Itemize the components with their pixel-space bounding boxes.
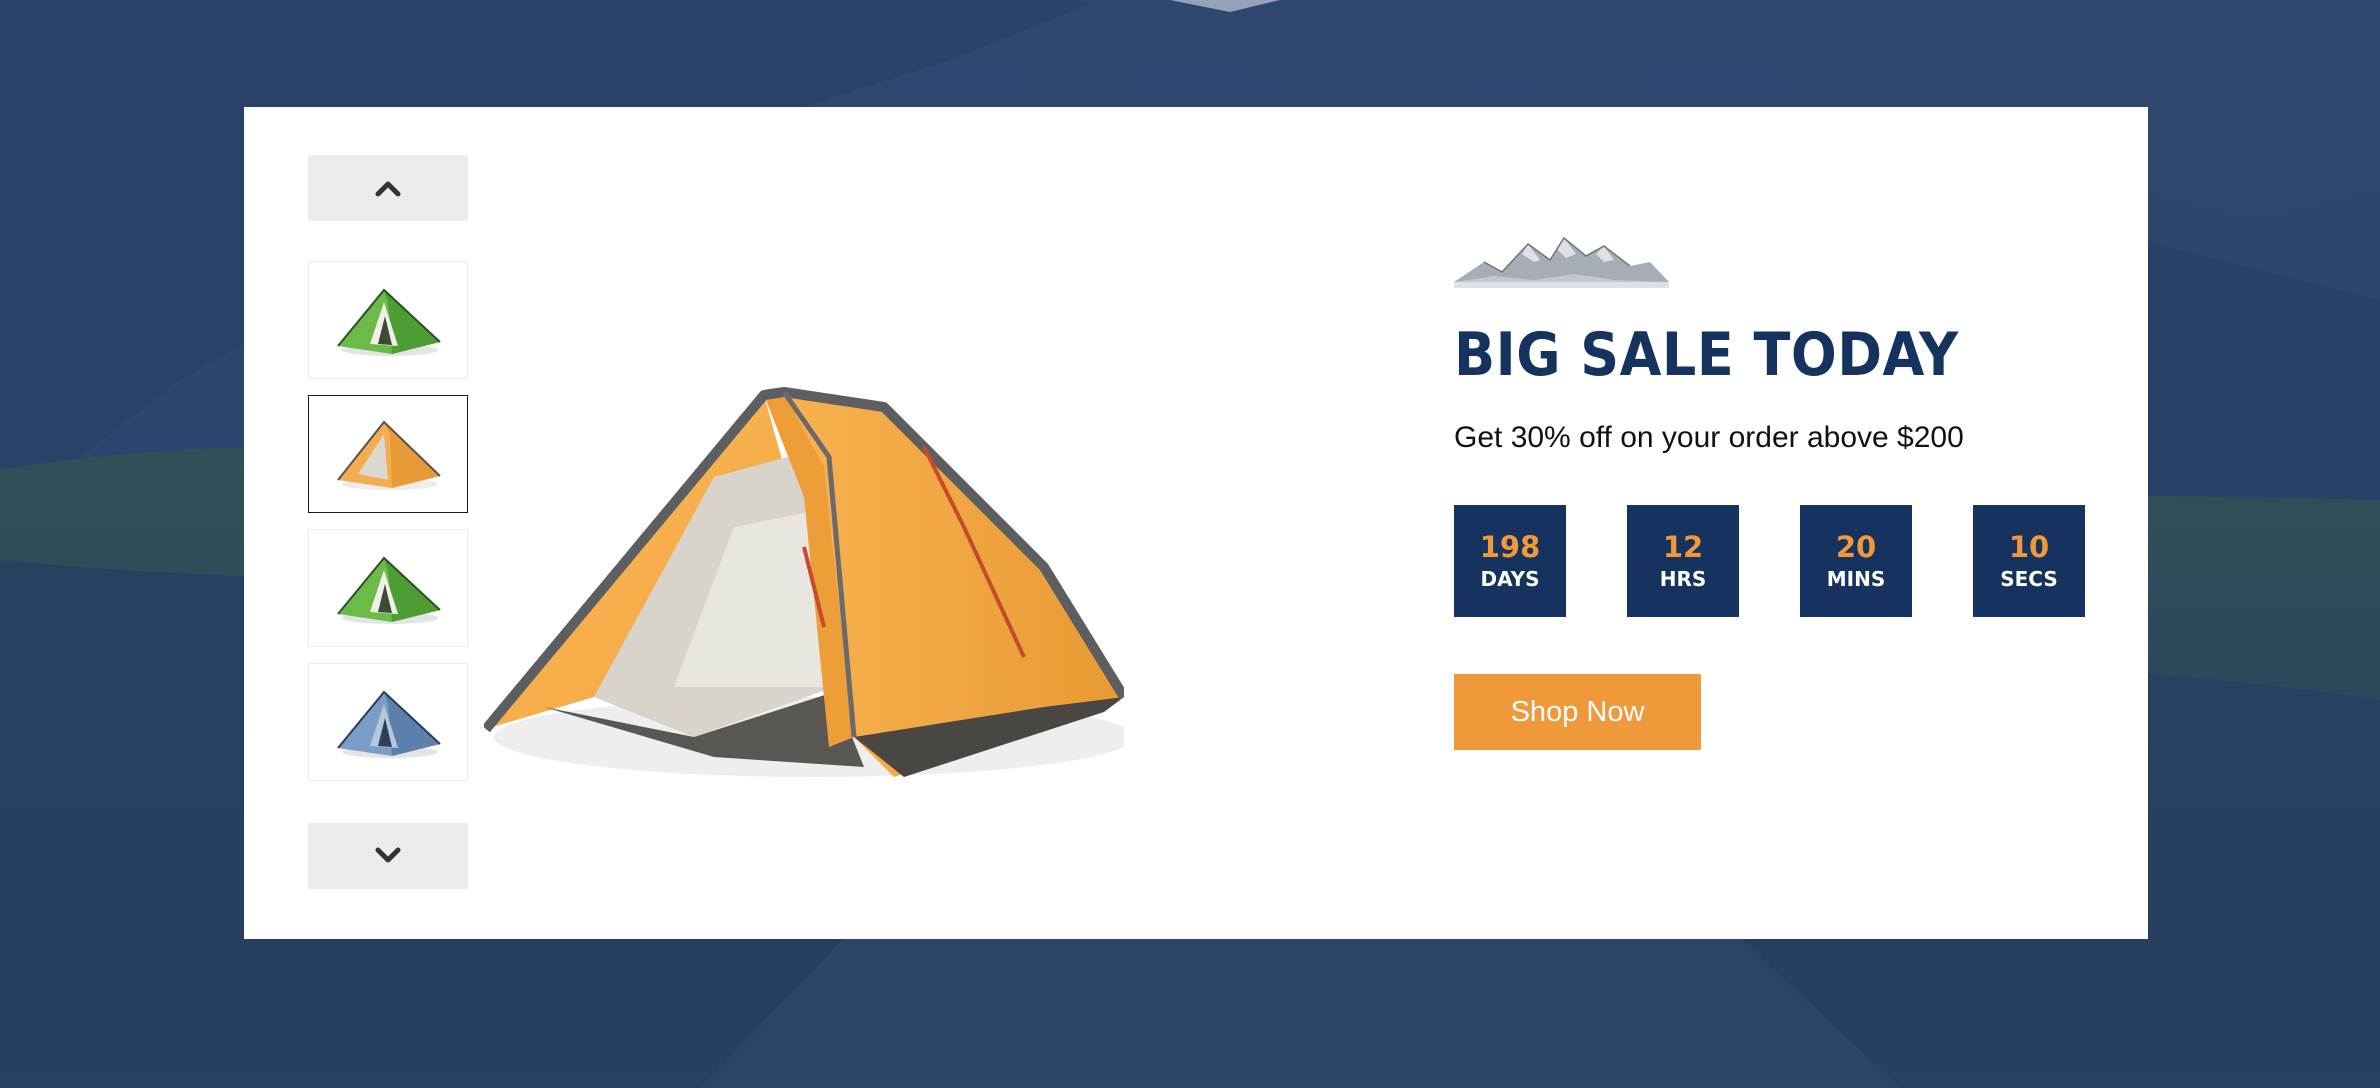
green-tent-thumbnail-image [337, 288, 441, 356]
orange-tent-thumbnail-image [337, 420, 441, 490]
countdown-seconds-value: 10 [2008, 530, 2050, 564]
countdown-days-value: 198 [1479, 530, 1541, 564]
shop-now-button[interactable]: Shop Now [1454, 674, 1701, 750]
thumbnail-green-tent[interactable] [308, 261, 468, 379]
countdown-hours: 12 HRS [1627, 505, 1739, 617]
countdown-days: 198 DAYS [1454, 505, 1566, 617]
promo-subtext: Get 30% off on your order above $200 [1454, 421, 1964, 454]
countdown-hours-label: HRS [1659, 567, 1707, 591]
countdown-minutes-label: MINS [1826, 567, 1886, 591]
promo-modal: BIG SALE TODAY Get 30% off on your order… [244, 107, 2148, 939]
thumbnail-green-tent-2[interactable] [308, 529, 468, 647]
thumbnail-scroll-down-button[interactable] [308, 823, 468, 889]
main-product-image-orange-tent [484, 387, 1124, 777]
countdown-seconds: 10 SECS [1973, 505, 2085, 617]
mountain-logo [1454, 236, 1669, 288]
blue-tent-thumbnail-image [337, 690, 441, 758]
thumbnail-scroll-up-button[interactable] [308, 155, 468, 221]
countdown-seconds-label: SECS [2000, 567, 2058, 591]
chevron-up-icon [375, 181, 401, 197]
countdown-minutes-value: 20 [1835, 530, 1877, 564]
chevron-down-icon [375, 847, 401, 863]
promo-headline: BIG SALE TODAY [1454, 320, 1959, 390]
green-tent-thumbnail-image [337, 556, 441, 624]
countdown-days-label: DAYS [1480, 567, 1540, 591]
countdown-hours-value: 12 [1662, 530, 1704, 564]
thumbnail-orange-tent[interactable] [308, 395, 468, 513]
countdown-minutes: 20 MINS [1800, 505, 1912, 617]
countdown-timer: 198 DAYS 12 HRS 20 MINS 10 SECS [1454, 505, 2087, 617]
thumbnail-blue-tent[interactable] [308, 663, 468, 781]
